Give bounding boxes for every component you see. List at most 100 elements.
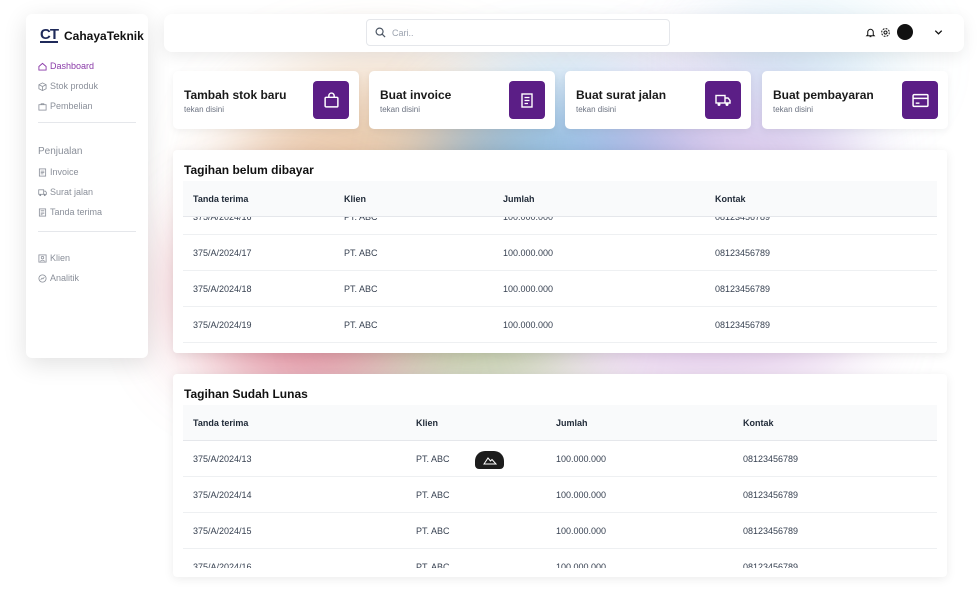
- sidebar-item-surat-jalan[interactable]: Surat jalan: [38, 182, 138, 202]
- sidebar: CT CahayaTeknik Dashboard Stok produk Pe…: [26, 14, 148, 358]
- cell-klien: PT. ABC: [416, 454, 450, 464]
- cell-klien: PT. ABC: [344, 284, 378, 294]
- cell-kontak: 08123456789: [743, 562, 799, 568]
- quick-action-button[interactable]: [509, 81, 545, 119]
- mountain-icon: [482, 456, 497, 464]
- sidebar-item-pembelian[interactable]: Pembelian: [38, 96, 138, 116]
- cell-jumlah: 100.000.000: [503, 320, 554, 330]
- table-row[interactable]: 375/A/2024/16 PT. ABC 100.000.000 081234…: [183, 549, 937, 568]
- main-nav: Dashboard Stok produk Pembelian: [38, 56, 138, 116]
- table-row[interactable]: 375/A/2024/19 PT. ABC 100.000.000 081234…: [183, 307, 937, 343]
- truck-icon: [715, 94, 731, 106]
- cell-kontak: 08123456789: [715, 217, 771, 222]
- quick-action-buat-surat-jalan[interactable]: Buat surat jalan tekan disini: [565, 71, 751, 129]
- cell-jumlah: 100.000.000: [503, 284, 554, 294]
- cell-kontak: 08123456789: [743, 526, 799, 536]
- search-icon: [375, 27, 386, 38]
- search-box: [366, 19, 670, 46]
- column-header-tanda-terima[interactable]: Tanda terima: [193, 405, 248, 441]
- sidebar-item-dashboard[interactable]: Dashboard: [38, 56, 138, 76]
- sidebar-item-stok-produk[interactable]: Stok produk: [38, 76, 138, 96]
- client-icon: [38, 253, 47, 263]
- table-row[interactable]: 375/A/2024/15 PT. ABC 100.000.000 081234…: [183, 513, 937, 549]
- app-name: CahayaTeknik: [64, 28, 144, 43]
- table-row[interactable]: 375/A/2024/14 PT. ABC 100.000.000 081234…: [183, 477, 937, 513]
- quick-action-button[interactable]: [313, 81, 349, 119]
- cell-klien: PT. ABC: [344, 320, 378, 330]
- column-header-klien[interactable]: Klien: [344, 181, 366, 217]
- table-row[interactable]: 375/A/2024/18 PT. ABC 100.000.000 081234…: [183, 271, 937, 307]
- top-actions: [865, 24, 944, 40]
- sidebar-item-klien[interactable]: Klien: [38, 248, 138, 268]
- search-input[interactable]: [392, 27, 652, 38]
- column-header-kontak[interactable]: Kontak: [715, 181, 746, 217]
- invoice-icon: [521, 92, 533, 108]
- cell-tanda-terima: 375/A/2024/19: [193, 320, 252, 330]
- cell-tanda-terima: 375/A/2024/17: [193, 248, 252, 258]
- avatar[interactable]: [897, 24, 913, 40]
- cell-klien: PT. ABC: [344, 248, 378, 258]
- cell-kontak: 08123456789: [715, 248, 771, 258]
- quick-action-subtitle: tekan disini: [184, 105, 225, 114]
- cell-klien: PT. ABC: [416, 490, 450, 500]
- bag-icon: [323, 91, 339, 108]
- table-body[interactable]: 375/A/2024/13 PT. ABC 100.000.000 081234…: [183, 441, 937, 568]
- sidebar-item-label: Stok produk: [50, 81, 99, 91]
- quick-action-button[interactable]: [902, 81, 938, 119]
- cell-klien: PT. ABC: [416, 562, 450, 568]
- sidebar-item-label: Klien: [50, 253, 71, 263]
- quick-action-buat-invoice[interactable]: Buat invoice tekan disini: [369, 71, 555, 129]
- quick-action-title: Buat surat jalan: [576, 88, 667, 102]
- app-logo[interactable]: CT CahayaTeknik: [40, 26, 144, 43]
- cell-tanda-terima: 375/A/2024/14: [193, 490, 252, 500]
- cell-tanda-terima: 375/A/2024/16: [193, 562, 252, 568]
- column-header-tanda-terima[interactable]: Tanda terima: [193, 181, 248, 217]
- table-header: Tanda terima Klien Jumlah Kontak: [183, 405, 937, 441]
- sidebar-section-penjualan: Penjualan: [38, 145, 83, 157]
- logo-mark: CT: [40, 26, 59, 43]
- cell-klien: PT. ABC: [416, 526, 450, 536]
- cell-tanda-terima: 375/A/2024/15: [193, 526, 252, 536]
- table-row[interactable]: 375/A/2024/16 PT. ABC 100.000.000 081234…: [183, 217, 937, 235]
- box-icon: [38, 81, 47, 91]
- quick-action-subtitle: tekan disini: [380, 105, 421, 114]
- sidebar-item-label: Pembelian: [50, 101, 93, 111]
- cell-kontak: 08123456789: [715, 320, 771, 330]
- cell-jumlah: 100.000.000: [556, 526, 607, 536]
- cell-kontak: 08123456789: [743, 490, 799, 500]
- sidebar-item-label: Invoice: [50, 167, 79, 177]
- table-row[interactable]: 375/A/2024/17 PT. ABC 100.000.000 081234…: [183, 235, 937, 271]
- cell-kontak: 08123456789: [715, 284, 771, 294]
- cell-jumlah: 100.000.000: [503, 248, 554, 258]
- bell-icon[interactable]: [865, 27, 876, 38]
- sidebar-item-label: Surat jalan: [50, 187, 94, 197]
- table-row[interactable]: 375/A/2024/13 PT. ABC 100.000.000 081234…: [183, 441, 937, 477]
- bag-icon: [38, 102, 47, 111]
- chevron-down-icon[interactable]: [933, 27, 944, 38]
- extra-nav: Klien Analitik: [38, 248, 138, 288]
- quick-action-button[interactable]: [705, 81, 741, 119]
- sidebar-item-label: Dashboard: [50, 61, 95, 71]
- quick-action-buat-pembayaran[interactable]: Buat pembayaran tekan disini: [762, 71, 948, 129]
- quick-action-title: Buat invoice: [380, 88, 452, 102]
- column-header-jumlah[interactable]: Jumlah: [503, 181, 535, 217]
- sidebar-item-analitik[interactable]: Analitik: [38, 268, 138, 288]
- column-header-klien[interactable]: Klien: [416, 405, 438, 441]
- paid-invoices-panel: Tagihan Sudah Lunas Tanda terima Klien J…: [173, 374, 947, 577]
- sidebar-item-invoice[interactable]: Invoice: [38, 162, 138, 182]
- cell-jumlah: 100.000.000: [556, 562, 607, 568]
- floating-action-button[interactable]: [475, 451, 504, 469]
- quick-action-tambah-stok[interactable]: Tambah stok baru tekan disini: [173, 71, 359, 129]
- table-body[interactable]: 375/A/2024/16 PT. ABC 100.000.000 081234…: [183, 217, 937, 344]
- home-icon: [38, 62, 47, 71]
- column-header-jumlah[interactable]: Jumlah: [556, 405, 588, 441]
- analytics-icon: [38, 273, 47, 283]
- receipt-icon: [38, 207, 47, 217]
- column-header-kontak[interactable]: Kontak: [743, 405, 774, 441]
- quick-action-subtitle: tekan disini: [773, 105, 814, 114]
- gear-icon[interactable]: [880, 27, 891, 38]
- sidebar-divider: [38, 231, 136, 232]
- sidebar-item-tanda-terima[interactable]: Tanda terima: [38, 202, 138, 222]
- sidebar-item-label: Analitik: [50, 273, 80, 283]
- panel-title: Tagihan Sudah Lunas: [184, 387, 308, 401]
